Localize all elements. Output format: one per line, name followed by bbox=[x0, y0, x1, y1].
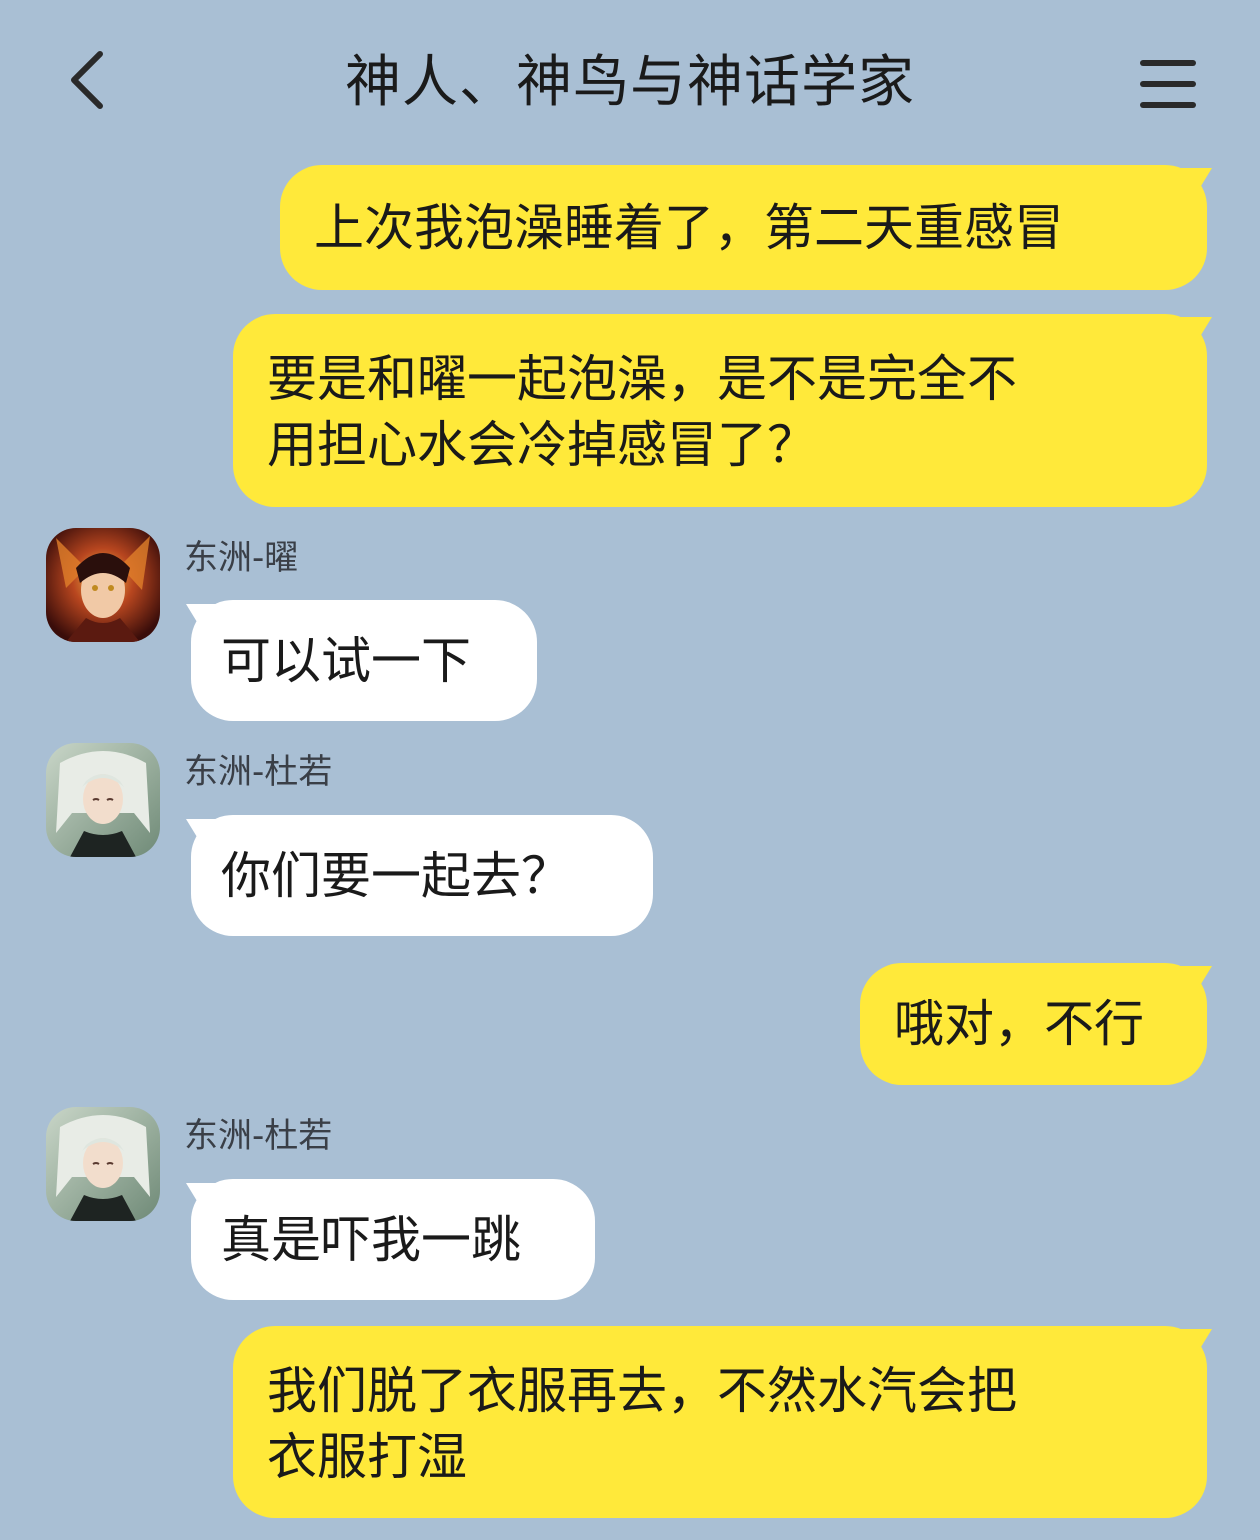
sender-name: 东洲-杜若 bbox=[184, 752, 333, 792]
avatar-yao[interactable] bbox=[46, 528, 160, 642]
message-bubble-incoming[interactable]: 你们要一起去？ bbox=[191, 815, 653, 936]
hamburger-menu-icon bbox=[1140, 60, 1196, 108]
message-text-line: 要是和曜一起泡澡，是不是完全不 bbox=[267, 350, 1017, 408]
bubble-tail bbox=[1180, 1329, 1212, 1365]
chat-screen: 神人、神鸟与神话学家 上次我泡澡睡着了，第二天重感冒 要是和曜一起泡澡，是不是完… bbox=[0, 0, 1260, 1540]
message-text-line: 我们脱了衣服再去，不然水汽会把 bbox=[267, 1362, 1017, 1420]
sender-name: 东洲-曜 bbox=[184, 538, 299, 578]
message-text-line: 用担心水会冷掉感冒了？ bbox=[267, 416, 817, 474]
chat-header: 神人、神鸟与神话学家 bbox=[0, 0, 1260, 165]
back-button[interactable] bbox=[48, 40, 128, 120]
message-bubble-outgoing[interactable]: 哦对，不行 bbox=[860, 963, 1207, 1085]
message-text: 真是吓我一跳 bbox=[221, 1211, 521, 1269]
message-bubble-incoming[interactable]: 真是吓我一跳 bbox=[191, 1179, 595, 1300]
avatar-duruo[interactable] bbox=[46, 743, 160, 857]
message-text: 上次我泡澡睡着了，第二天重感冒 bbox=[314, 199, 1064, 257]
message-text: 可以试一下 bbox=[221, 632, 471, 690]
message-bubble-incoming[interactable]: 可以试一下 bbox=[191, 600, 537, 721]
message-bubble-outgoing[interactable]: 要是和曜一起泡澡，是不是完全不 用担心水会冷掉感冒了？ bbox=[233, 314, 1207, 507]
message-bubble-outgoing[interactable]: 上次我泡澡睡着了，第二天重感冒 bbox=[280, 165, 1207, 290]
message-bubble-outgoing[interactable]: 我们脱了衣服再去，不然水汽会把 衣服打湿 bbox=[233, 1326, 1207, 1518]
message-text-line: 衣服打湿 bbox=[267, 1428, 467, 1486]
bubble-tail bbox=[1180, 168, 1212, 204]
menu-button[interactable] bbox=[1128, 46, 1208, 122]
bubble-tail bbox=[1180, 317, 1212, 353]
chat-title: 神人、神鸟与神话学家 bbox=[345, 50, 915, 115]
bubble-tail bbox=[1180, 966, 1212, 1002]
message-text: 哦对，不行 bbox=[894, 995, 1144, 1053]
avatar-duruo[interactable] bbox=[46, 1107, 160, 1221]
message-text: 你们要一起去？ bbox=[221, 847, 571, 905]
chevron-left-icon bbox=[71, 51, 103, 109]
sender-name: 东洲-杜若 bbox=[184, 1116, 333, 1156]
